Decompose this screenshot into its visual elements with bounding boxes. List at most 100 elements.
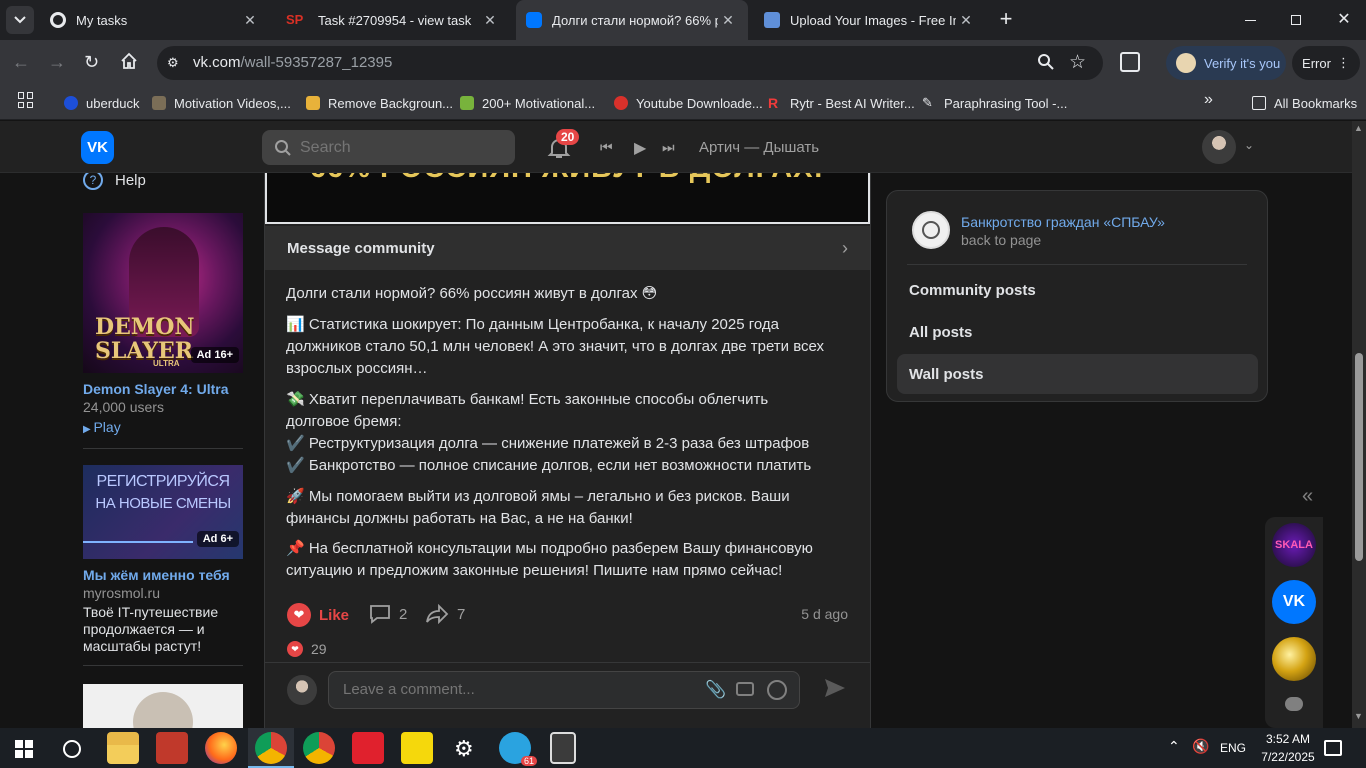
ad-title[interactable]: Demon Slayer 4: Ultra [83, 381, 229, 397]
back-to-page-link[interactable]: back to page [961, 232, 1041, 248]
bookmark-remove-background[interactable]: Remove Backgroun... [306, 92, 453, 114]
track-title[interactable]: Артич — Дышать [699, 139, 819, 156]
show-hidden-icons[interactable]: ⌃ [1168, 738, 1180, 755]
emoji-icon[interactable] [767, 680, 787, 700]
clock-date[interactable]: 7/22/2025 [1254, 750, 1322, 764]
language-indicator[interactable]: ENG [1220, 741, 1246, 755]
address-bar[interactable]: ⚙ vk.com/wall-59357287_12395 ☆ [157, 46, 1103, 80]
community-name[interactable]: Банкротство граждан «СПБАУ» [961, 214, 1165, 230]
next-track-button[interactable]: ⏭ [662, 139, 675, 156]
ad-demon-slayer-image[interactable]: DEMON SLAYER ULTRA Ad 16+ [83, 213, 243, 373]
chat-icon[interactable] [1285, 697, 1303, 711]
bookmark-star-icon[interactable]: ☆ [1069, 51, 1086, 74]
vk-logo[interactable]: VK [81, 131, 114, 164]
close-icon[interactable]: ✕ [956, 12, 976, 29]
tab-vk-post[interactable]: Долги стали нормой? 66% росс ✕ [516, 0, 748, 40]
comment-input[interactable] [343, 681, 673, 698]
bookmark-paraphrasing-tool[interactable]: ✎ Paraphrasing Tool -... [922, 92, 1067, 114]
community-avatar[interactable] [912, 211, 950, 249]
play-button[interactable]: ▶ [634, 138, 646, 158]
exness-icon[interactable] [401, 732, 433, 764]
comment-input-box[interactable]: 📎 [328, 671, 800, 709]
home-button[interactable] [120, 52, 140, 72]
wps-icon[interactable] [352, 732, 384, 764]
tab-search-button[interactable] [6, 6, 34, 34]
vk-app-icon[interactable]: VK [1272, 580, 1316, 624]
post-banner-image: 66% РОССИЯН ЖИВУТ В ДОЛГАХ! [265, 173, 870, 224]
ad-myrosmol-image[interactable]: РЕГИСТРИРУЙСЯ НА НОВЫЕ СМЕНЫ Ad 6+ [83, 465, 243, 559]
bookmark-rytr[interactable]: R Rytr - Best AI Writer... [768, 92, 915, 114]
tab-my-tasks[interactable]: My tasks ✕ [40, 0, 270, 40]
close-window-button[interactable]: ✕ [1330, 8, 1358, 32]
skala-app-icon[interactable]: SKALA [1272, 523, 1316, 567]
calculator-icon[interactable] [550, 732, 576, 764]
bookmark-youtube-downloader[interactable]: Youtube Downloade... [614, 92, 763, 114]
notifications-button[interactable]: 20 [546, 129, 580, 161]
minimize-button[interactable] [1236, 8, 1264, 32]
scroll-thumb[interactable] [1355, 353, 1363, 561]
more-bookmarks-icon[interactable]: » [1204, 91, 1213, 109]
profile-menu[interactable]: ⌄ [1202, 130, 1262, 164]
message-community-bar[interactable]: Message community › [265, 226, 870, 270]
post-paragraph-3-intro: 💸 Хватит переплачивать банкам! Есть зако… [286, 391, 769, 430]
scroll-down-arrow[interactable]: ▼ [1354, 711, 1363, 721]
volume-muted-icon[interactable]: 🔇 [1192, 738, 1209, 755]
chrome-icon[interactable] [303, 732, 335, 764]
site-info-icon[interactable]: ⚙ [167, 55, 183, 71]
ad-play-link[interactable]: ▶ Play [83, 419, 121, 435]
firefox-icon[interactable] [205, 732, 237, 764]
settings-icon[interactable]: ⚙ [454, 736, 474, 762]
share-button[interactable]: 7 [425, 604, 465, 624]
paperclip-icon[interactable]: 📎 [705, 680, 726, 700]
bookmark-uberduck[interactable]: uberduck [64, 92, 139, 114]
ad-title[interactable]: Мы жём именно тебя [83, 567, 230, 583]
new-tab-button[interactable]: + [994, 8, 1018, 32]
zoom-icon[interactable] [1037, 53, 1057, 73]
chrome-profile-icon[interactable] [255, 732, 287, 764]
reload-button[interactable]: ↻ [84, 52, 104, 72]
send-button[interactable] [823, 677, 847, 704]
bookmark-motivation-videos[interactable]: Motivation Videos,... [152, 92, 291, 114]
tab-upload-images[interactable]: Upload Your Images - Free Imag ✕ [754, 0, 986, 40]
likes-summary[interactable]: ❤ 29 [287, 641, 327, 657]
file-explorer-icon[interactable] [107, 732, 139, 764]
notification-center-icon[interactable] [1324, 740, 1342, 756]
error-button[interactable]: Error ⋮ [1292, 46, 1360, 80]
apps-icon[interactable] [18, 92, 34, 108]
clock-time[interactable]: 3:52 AM [1258, 732, 1318, 746]
close-icon[interactable]: ✕ [718, 12, 738, 29]
menu-all-posts[interactable]: All posts [909, 324, 972, 341]
search-input[interactable] [300, 138, 500, 157]
comment-button[interactable]: 2 [369, 604, 407, 624]
telegram-icon[interactable]: 61 [499, 732, 537, 766]
windows-start-icon[interactable] [15, 740, 33, 758]
search-box[interactable] [262, 130, 515, 165]
post-time[interactable]: 5 d ago [801, 606, 848, 622]
rosetta-app-icon[interactable] [156, 732, 188, 764]
close-icon[interactable]: ✕ [240, 12, 260, 29]
bookmark-200-motivational[interactable]: 200+ Motivational... [460, 92, 595, 114]
collapse-dock-button[interactable]: « [1302, 485, 1313, 508]
scroll-up-arrow[interactable]: ▲ [1354, 123, 1363, 133]
ad-third-image[interactable] [83, 684, 243, 728]
menu-wall-posts[interactable]: Wall posts [897, 354, 1258, 394]
post-paragraph-2: 📊 Статистика шокирует: По данным Центроб… [286, 316, 825, 377]
cortana-icon[interactable] [63, 740, 81, 758]
prev-track-button[interactable]: ⏮ [600, 139, 613, 156]
verify-button[interactable]: Verify it's you [1166, 46, 1286, 80]
tab-task[interactable]: SP Task #2709954 - view task ✕ [276, 0, 510, 40]
minimize-icon [1244, 19, 1256, 21]
gold-app-icon[interactable] [1272, 637, 1316, 681]
help-link[interactable]: ? Help [83, 173, 146, 190]
like-button[interactable]: ❤ Like [287, 603, 349, 627]
close-icon[interactable]: ✕ [480, 12, 500, 29]
maximize-button[interactable] [1282, 8, 1310, 32]
menu-community-posts[interactable]: Community posts [909, 282, 1036, 299]
heart-icon: ❤ [287, 603, 311, 627]
extensions-icon[interactable] [1120, 52, 1140, 72]
forward-button[interactable]: → [48, 52, 68, 72]
camera-icon[interactable] [736, 682, 754, 696]
back-button[interactable]: ← [12, 52, 32, 72]
all-bookmarks[interactable]: All Bookmarks [1252, 92, 1357, 114]
page-scrollbar[interactable]: ▲ ▼ [1352, 121, 1366, 728]
